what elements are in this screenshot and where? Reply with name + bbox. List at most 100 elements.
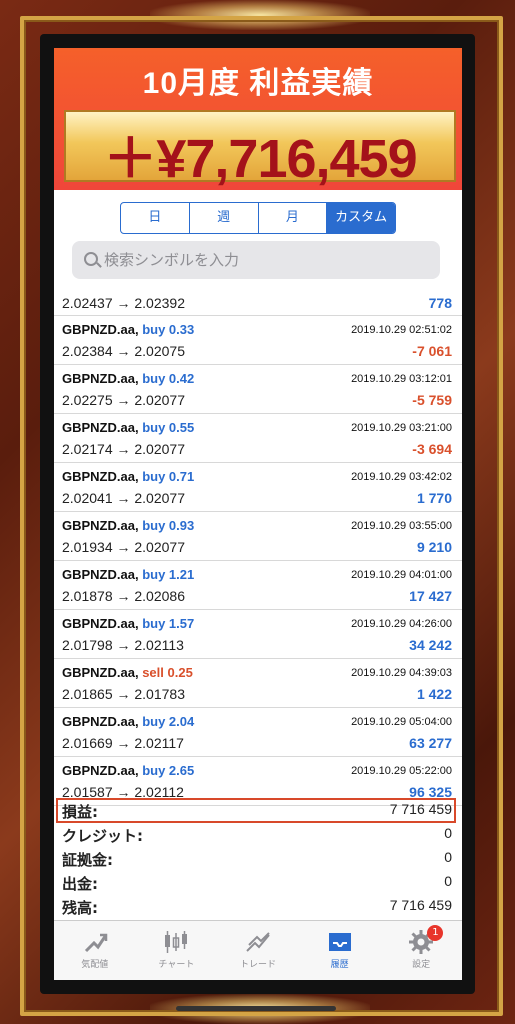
summary-label: 損益: — [62, 803, 98, 821]
trade-prices: 2.01878 → 2.02086 — [62, 588, 185, 604]
trade-row-partial[interactable]: 2.02437 → 2.02392 778 — [54, 293, 462, 316]
summary-row: 残高: 7 716 459 — [54, 894, 462, 918]
summary-row: 損益: 7 716 459 — [54, 798, 462, 823]
profit-banner: 10月度 利益実績 ＋¥7,716,459 — [54, 48, 462, 190]
summary-value: 7 716 459 — [389, 801, 452, 817]
trade-time: 2019.10.29 03:55:00 — [351, 520, 452, 532]
trade-time: 2019.10.29 03:42:02 — [351, 471, 452, 483]
symbol-label: GBPNZD.aa, — [62, 616, 139, 631]
tab-week[interactable]: 週 — [190, 203, 259, 233]
trade-time: 2019.10.29 04:39:03 — [351, 667, 452, 679]
trade-profit: 34 242 — [409, 637, 452, 653]
tab-label: トレード — [239, 960, 276, 970]
symbol-label: GBPNZD.aa, — [62, 567, 139, 582]
summary-label: 残高: — [62, 899, 98, 917]
trade-history-list: 2.02437 → 2.02392 778 GBPNZD.aa, buy 0.3… — [54, 293, 462, 806]
tab-label: 気配値 — [81, 960, 109, 970]
tab-quotes[interactable]: 気配値 — [54, 921, 136, 980]
trade-profit: -3 694 — [412, 441, 452, 457]
trade-time: 2019.10.29 03:12:01 — [351, 373, 452, 385]
symbol-label: GBPNZD.aa, — [62, 518, 139, 533]
settings-icon — [380, 929, 462, 955]
trade-profit: 9 210 — [416, 539, 452, 555]
trade-symbol: GBPNZD.aa, buy 0.93 — [62, 518, 194, 533]
trade-prices: 2.01669 → 2.02117 — [62, 735, 184, 751]
search-icon — [84, 252, 98, 266]
account-summary: 損益: 7 716 459 クレジット: 0 証拠金: 0 出金: 0 残高: 7 71… — [54, 798, 462, 918]
trade-profit: 778 — [428, 295, 452, 311]
trade-profit: 1 770 — [416, 490, 452, 506]
trade-row[interactable]: GBPNZD.aa, sell 0.25 2019.10.29 04:39:03… — [54, 659, 462, 708]
trade-profit: -5 759 — [412, 392, 452, 408]
trade-prices: 2.02384 → 2.02075 — [62, 343, 185, 359]
tab-day[interactable]: 日 — [121, 203, 190, 233]
trade-row[interactable]: GBPNZD.aa, buy 2.04 2019.10.29 05:04:00 … — [54, 708, 462, 757]
trade-row[interactable]: GBPNZD.aa, buy 0.33 2019.10.29 02:51:02 … — [54, 316, 462, 365]
trade-prices: 2.02041 → 2.02077 — [62, 490, 185, 506]
tab-month[interactable]: 月 — [259, 203, 328, 233]
trade-row[interactable]: GBPNZD.aa, buy 0.55 2019.10.29 03:21:00 … — [54, 414, 462, 463]
tab-label: チャート — [158, 960, 195, 970]
trade-side-lot: buy 1.21 — [142, 567, 195, 582]
trade-prices: 2.01798 → 2.02113 — [62, 637, 184, 653]
symbol-label: GBPNZD.aa, — [62, 665, 139, 680]
trade-prices: 2.02275 → 2.02077 — [62, 392, 185, 408]
summary-label: 出金: — [62, 875, 98, 893]
period-segmented-control: 日 週 月 カスタム — [120, 202, 396, 234]
trade-profit: -7 061 — [412, 343, 452, 359]
trade-side-lot: buy 0.71 — [142, 469, 195, 484]
home-indicator[interactable] — [176, 1006, 336, 1011]
symbol-label: GBPNZD.aa, — [62, 371, 139, 386]
tab-trade[interactable]: トレード — [217, 921, 299, 980]
trade-side-lot: buy 2.04 — [142, 714, 195, 729]
summary-value: 7 716 459 — [389, 897, 452, 913]
summary-label: クレジット: — [62, 827, 143, 845]
summary-row: 出金: 0 — [54, 870, 462, 894]
tab-custom[interactable]: カスタム — [327, 203, 395, 233]
tab-chart[interactable]: チャート — [136, 921, 218, 980]
trade-icon — [217, 929, 299, 955]
trade-row[interactable]: GBPNZD.aa, buy 0.71 2019.10.29 03:42:02 … — [54, 463, 462, 512]
trade-symbol: GBPNZD.aa, buy 0.42 — [62, 371, 194, 386]
tab-history[interactable]: 履歴 — [299, 921, 381, 980]
summary-value: 0 — [444, 849, 452, 865]
search-input[interactable] — [104, 241, 424, 279]
summary-value: 0 — [444, 873, 452, 889]
trade-side-lot: buy 1.57 — [142, 616, 195, 631]
history-icon — [299, 929, 381, 955]
tab-label: 履歴 — [330, 960, 349, 970]
symbol-label: GBPNZD.aa, — [62, 420, 139, 435]
bottom-tab-bar: 気配値 チャート トレード 履歴 設定 1 — [54, 920, 462, 980]
trade-row[interactable]: GBPNZD.aa, buy 1.57 2019.10.29 04:26:00 … — [54, 610, 462, 659]
symbol-label: GBPNZD.aa, — [62, 322, 139, 337]
trade-symbol: GBPNZD.aa, buy 2.04 — [62, 714, 194, 729]
amount-box: ＋¥7,716,459 — [64, 110, 456, 189]
summary-row: クレジット: 0 — [54, 822, 462, 846]
trade-symbol: GBPNZD.aa, sell 0.25 — [62, 665, 193, 680]
trade-time: 2019.10.29 05:04:00 — [351, 716, 452, 728]
trade-time: 2019.10.29 02:51:02 — [351, 324, 452, 336]
tab-settings[interactable]: 設定 1 — [380, 921, 462, 980]
trade-time: 2019.10.29 03:21:00 — [351, 422, 452, 434]
trade-symbol: GBPNZD.aa, buy 0.55 — [62, 420, 194, 435]
trade-row[interactable]: GBPNZD.aa, buy 0.42 2019.10.29 03:12:01 … — [54, 365, 462, 414]
banner-title: 10月度 利益実績 — [142, 67, 374, 100]
trade-side-lot: buy 2.65 — [142, 763, 195, 778]
chart-icon — [136, 929, 218, 955]
trade-side-lot: buy 0.42 — [142, 371, 195, 386]
trade-time: 2019.10.29 04:01:00 — [351, 569, 452, 581]
trade-symbol: GBPNZD.aa, buy 2.65 — [62, 763, 194, 778]
trade-profit: 1 422 — [416, 686, 452, 702]
tab-label: 設定 — [412, 960, 431, 970]
trade-side-lot: buy 0.33 — [142, 322, 195, 337]
trade-prices: 2.02437 → 2.02392 — [62, 295, 185, 311]
trade-symbol: GBPNZD.aa, buy 0.33 — [62, 322, 194, 337]
trade-profit: 17 427 — [409, 588, 452, 604]
phone-screen: 10月度 利益実績 ＋¥7,716,459 日 週 月 カスタム 2.02437… — [54, 48, 462, 980]
trade-row[interactable]: GBPNZD.aa, buy 0.93 2019.10.29 03:55:00 … — [54, 512, 462, 561]
trade-symbol: GBPNZD.aa, buy 1.21 — [62, 567, 194, 582]
trade-prices: 2.02174 → 2.02077 — [62, 441, 185, 457]
trade-row[interactable]: GBPNZD.aa, buy 1.21 2019.10.29 04:01:00 … — [54, 561, 462, 610]
trade-symbol: GBPNZD.aa, buy 1.57 — [62, 616, 194, 631]
trade-prices: 2.01865 → 2.01783 — [62, 686, 185, 702]
